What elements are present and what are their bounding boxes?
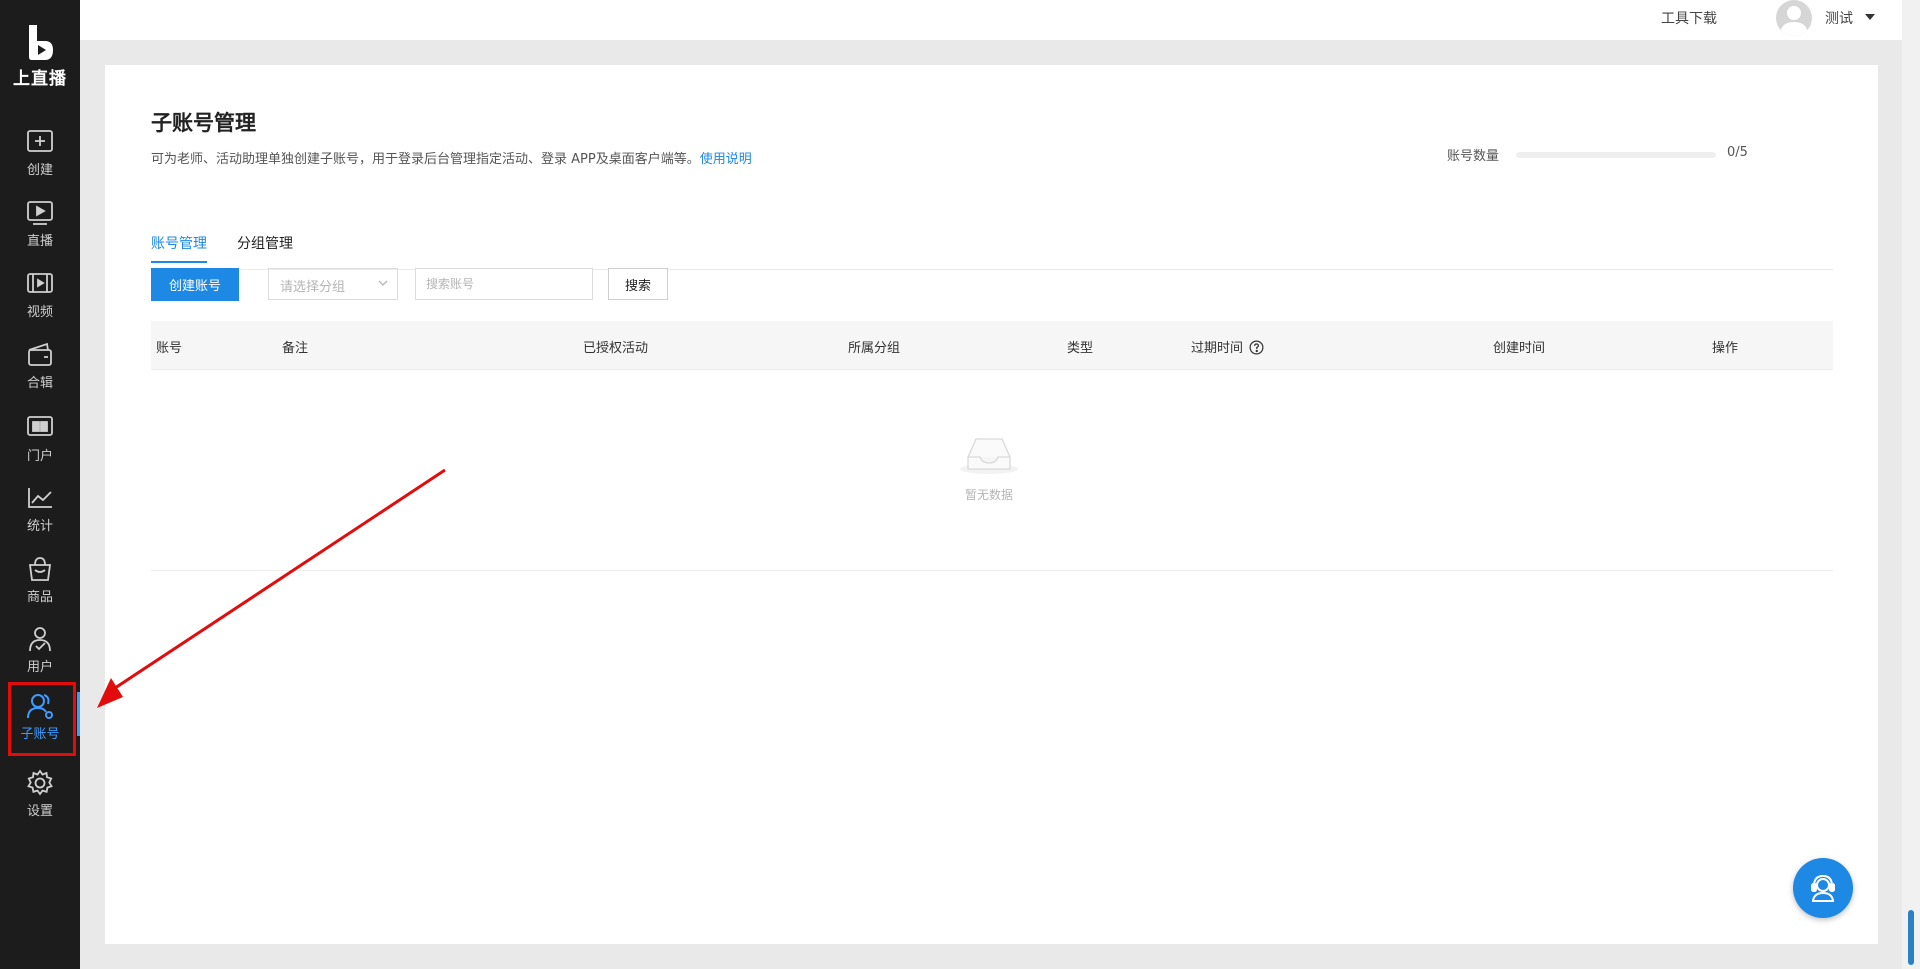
caret-down-icon[interactable]: [1865, 14, 1875, 20]
sidebar-item-label: 创建: [26, 163, 53, 178]
customer-support-button[interactable]: [1793, 858, 1853, 918]
quota-progress-bar: [1516, 152, 1716, 158]
sidebar: 上直播 创建 直播 视频 合辑 门户 统计 商品 用户 子账号 设置: [0, 0, 80, 969]
sidebar-item-create[interactable]: 创建: [0, 120, 80, 180]
main-panel: 子账号管理 可为老师、活动助理单独创建子账号，用于登录后台管理指定活动、登录 A…: [105, 65, 1878, 944]
table-header: 账号 备注 已授权活动 所属分组 类型 过期时间 创建时间 操作: [151, 321, 1833, 370]
column-header-authorized-activities: 已授权活动: [583, 341, 649, 356]
tab-bar: 账号管理 分组管理: [151, 233, 1833, 270]
column-header-type: 类型: [1067, 341, 1094, 356]
shopping-bag-icon: [28, 557, 52, 581]
avatar[interactable]: [1776, 0, 1812, 36]
sidebar-item-label: 直播: [26, 234, 53, 249]
sidebar-item-stats[interactable]: 统计: [0, 476, 80, 536]
sidebar-item-live[interactable]: 直播: [0, 191, 80, 251]
user-name[interactable]: 测试: [1825, 8, 1853, 28]
create-account-button[interactable]: 创建账号: [151, 268, 239, 301]
sidebar-item-label: 门户: [26, 449, 53, 464]
gear-icon: [27, 769, 53, 796]
column-header-note: 备注: [282, 341, 309, 356]
group-select[interactable]: 请选择分组: [268, 268, 398, 300]
sidebar-item-video[interactable]: 视频: [0, 262, 80, 322]
table-bottom-divider: [151, 570, 1833, 571]
column-header-expiry: 过期时间: [1191, 337, 1264, 356]
brand-logo-icon: [29, 25, 53, 60]
sidebar-item-settings[interactable]: 设置: [0, 761, 80, 821]
user-avatar-icon: [1780, 6, 1808, 36]
column-header-expiry-label: 过期时间: [1191, 341, 1244, 356]
brand-name: 上直播: [13, 69, 67, 89]
empty-inbox-icon: [960, 438, 1018, 474]
search-button[interactable]: 搜索: [608, 268, 668, 300]
film-icon: [27, 273, 53, 293]
sidebar-item-collection[interactable]: 合辑: [0, 333, 80, 393]
group-select-placeholder: 请选择分组: [280, 280, 346, 295]
sidebar-item-label: 合辑: [26, 376, 53, 391]
sidebar-item-label: 统计: [26, 519, 53, 534]
scrollbar-thumb[interactable]: [1908, 910, 1914, 965]
column-header-group: 所属分组: [848, 341, 901, 356]
empty-state-text: 暂无数据: [964, 488, 1013, 502]
page-description: 可为老师、活动助理单独创建子账号，用于登录后台管理指定活动、登录 APP及桌面客…: [151, 148, 752, 167]
plus-square-icon: [27, 130, 53, 152]
wallet-icon: [28, 342, 52, 366]
play-screen-icon: [27, 201, 53, 225]
brand-logo[interactable]: 上直播: [0, 22, 80, 89]
sidebar-item-portal[interactable]: 门户: [0, 406, 80, 466]
annotation-highlight-box: [8, 682, 76, 756]
column-header-created: 创建时间: [1493, 341, 1546, 356]
line-chart-icon: [28, 488, 52, 508]
quota-label: 账号数量: [1447, 149, 1500, 164]
column-header-actions: 操作: [1712, 341, 1739, 356]
user-check-icon: [29, 627, 51, 652]
tools-download-link[interactable]: 工具下载: [1661, 8, 1717, 28]
sidebar-item-label: 商品: [26, 590, 53, 605]
quota-value: 0/5: [1727, 145, 1748, 160]
column-header-account: 账号: [156, 341, 183, 356]
help-link[interactable]: 使用说明: [700, 152, 752, 167]
headset-support-icon: [1811, 874, 1835, 902]
sidebar-item-users[interactable]: 用户: [0, 617, 80, 677]
tab-group-management[interactable]: 分组管理: [237, 233, 293, 261]
sidebar-item-label: 用户: [26, 660, 53, 675]
page-title: 子账号管理: [151, 111, 256, 135]
sidebar-item-label: 设置: [26, 804, 53, 819]
sidebar-item-label: 视频: [26, 305, 53, 320]
sidebar-item-products[interactable]: 商品: [0, 547, 80, 607]
tab-account-management[interactable]: 账号管理: [151, 233, 207, 263]
top-bar: 工具下载 测试: [80, 0, 1902, 40]
search-input[interactable]: [415, 268, 593, 300]
question-circle-icon[interactable]: [1249, 340, 1264, 355]
chevron-down-icon: [378, 280, 388, 286]
page-description-text: 可为老师、活动助理单独创建子账号，用于登录后台管理指定活动、登录 APP及桌面客…: [151, 152, 700, 167]
scrollbar-track[interactable]: [1902, 0, 1920, 969]
portal-grid-icon: [27, 416, 53, 436]
